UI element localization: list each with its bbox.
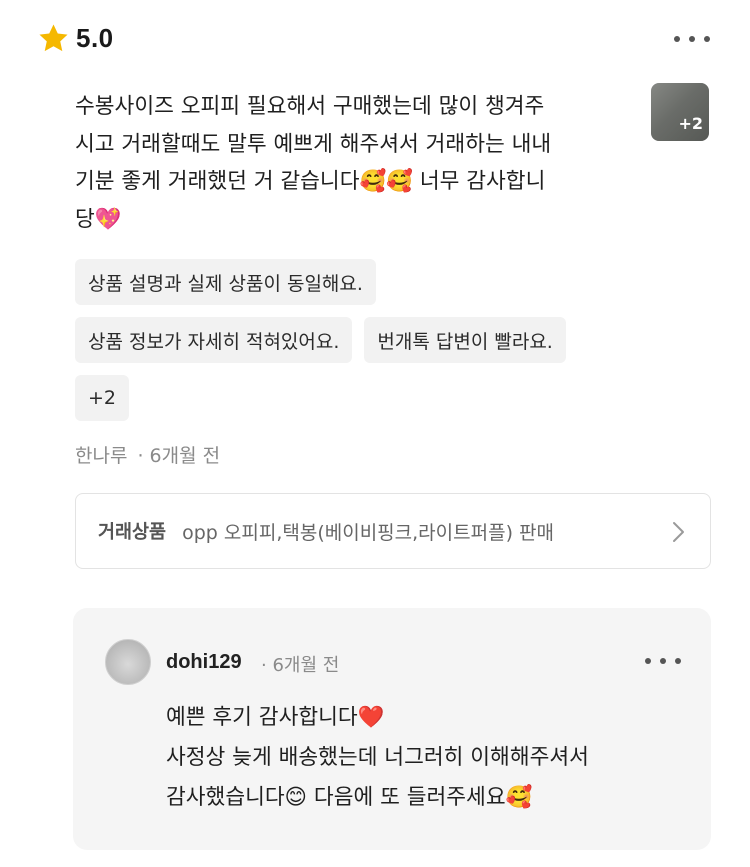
chevron-right-icon xyxy=(673,522,684,542)
review-tag: 번개톡 답변이 빨라요. xyxy=(364,317,566,363)
seller-reply: dohi129 · 6개월 전 예쁜 후기 감사합니다❤️ 사정상 늦게 배송했… xyxy=(73,608,711,850)
review-photo-thumbnail[interactable]: +2 xyxy=(651,83,709,141)
dot-icon xyxy=(689,36,695,42)
review-tag: 상품 정보가 자세히 적혀있어요. xyxy=(75,317,353,363)
review-text: 수봉사이즈 오피피 필요해서 구매했는데 많이 챙겨주 시고 거래할때도 말투 … xyxy=(75,94,552,232)
more-options-button[interactable] xyxy=(672,29,712,49)
dot-icon xyxy=(675,658,681,664)
avatar[interactable] xyxy=(105,639,151,685)
star-icon xyxy=(39,24,68,52)
trade-item-link[interactable]: 거래상품 opp 오피피,택봉(베이비핑크,라이트퍼플) 판매 xyxy=(75,493,711,569)
more-tags-button[interactable]: +2 xyxy=(75,375,130,421)
rating-value: 5.0 xyxy=(76,23,114,53)
dot-icon xyxy=(645,658,651,664)
review-tag: 상품 설명과 실제 상품이 동일해요. xyxy=(75,259,376,305)
review-time: 6개월 전 xyxy=(149,445,221,467)
dot-icon xyxy=(674,36,680,42)
reviewer-name[interactable]: 한나루 xyxy=(75,445,127,467)
review-tags: 상품 설명과 실제 상품이 동일해요. 상품 정보가 자세히 적혀있어요. 번개… xyxy=(75,259,715,433)
reply-more-options-button[interactable] xyxy=(643,651,683,671)
trade-label: 거래상품 xyxy=(98,522,167,543)
photo-extra-count: +2 xyxy=(678,114,703,133)
separator: · xyxy=(137,445,144,467)
reply-time: · 6개월 전 xyxy=(261,655,340,676)
rating: 5.0 xyxy=(37,22,114,55)
trade-item-name: opp 오피피,택봉(베이비핑크,라이트퍼플) 판매 xyxy=(182,521,554,544)
dot-icon xyxy=(704,36,710,42)
dot-icon xyxy=(660,658,666,664)
reply-username[interactable]: dohi129 xyxy=(166,651,242,674)
review-meta: 한나루 · 6개월 전 xyxy=(75,441,220,468)
reply-text: 예쁜 후기 감사합니다❤️ 사정상 늦게 배송했는데 너그러히 이해해주셔서 감… xyxy=(166,705,589,810)
